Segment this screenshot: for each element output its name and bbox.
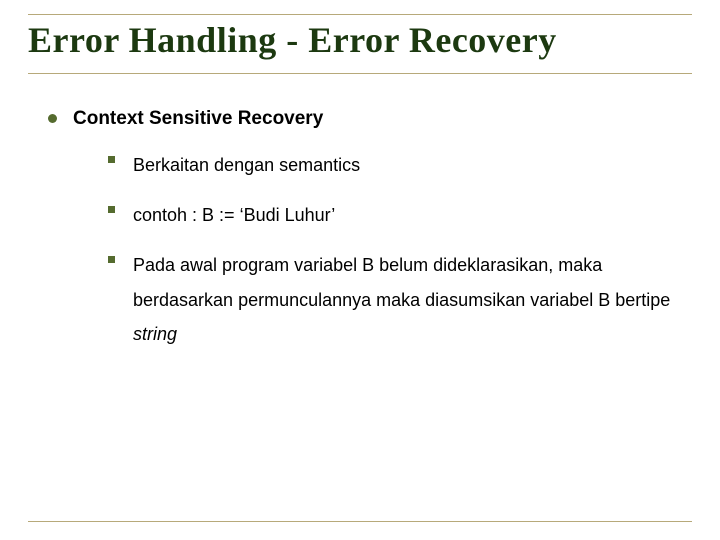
title-container: Error Handling - Error Recovery — [28, 14, 692, 74]
top-heading: Context Sensitive Recovery — [73, 108, 323, 130]
sub-item-text-italic: string — [133, 324, 177, 344]
list-item: Pada awal program variabel B belum didek… — [108, 248, 692, 351]
slide: Error Handling - Error Recovery Context … — [0, 0, 720, 540]
bullet-round-icon — [48, 114, 57, 123]
bullet-square-icon — [108, 156, 115, 163]
list-item: Berkaitan dengan semantics — [108, 148, 692, 182]
list-item-top: Context Sensitive Recovery — [48, 108, 692, 130]
footer-divider — [28, 521, 692, 522]
bullet-square-icon — [108, 256, 115, 263]
bullet-square-icon — [108, 206, 115, 213]
slide-title: Error Handling - Error Recovery — [28, 19, 692, 61]
sub-list: Berkaitan dengan semantics contoh : B :=… — [108, 148, 692, 351]
sub-item-text: Pada awal program variabel B belum didek… — [133, 248, 692, 351]
sub-item-text: contoh : B := ‘Budi Luhur’ — [133, 198, 335, 232]
sub-item-text: Berkaitan dengan semantics — [133, 148, 360, 182]
list-item: contoh : B := ‘Budi Luhur’ — [108, 198, 692, 232]
sub-item-text-pre: Pada awal program variabel B belum didek… — [133, 255, 670, 309]
